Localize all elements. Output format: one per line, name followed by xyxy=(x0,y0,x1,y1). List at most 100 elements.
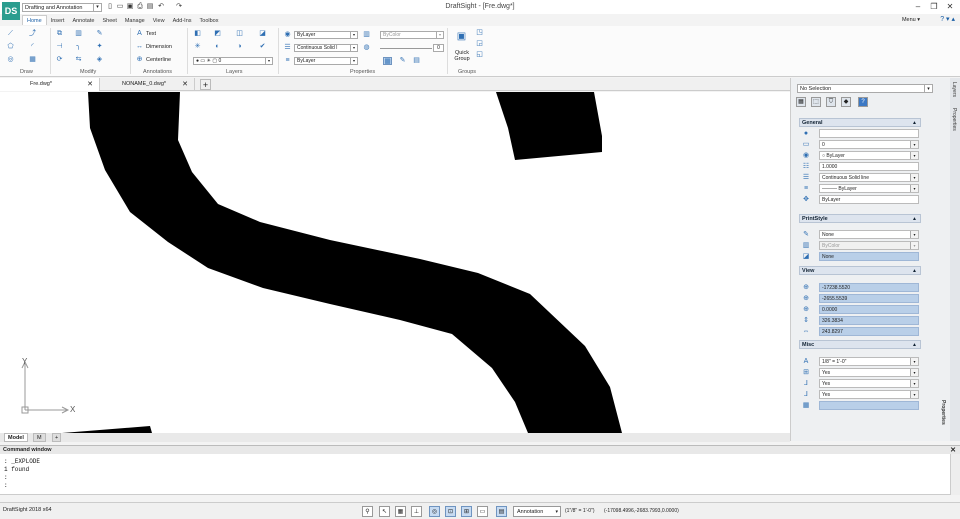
doc-tab-fre[interactable]: Fre.dwg* ✕ xyxy=(0,78,100,91)
pen-icon[interactable]: ✎ xyxy=(398,57,407,65)
centerline-button[interactable]: Centerline xyxy=(146,56,171,64)
add-sheet-button[interactable]: + xyxy=(52,433,62,442)
arc-icon[interactable]: ◜ xyxy=(28,43,37,51)
transparency-number[interactable]: 0 xyxy=(433,44,444,52)
close-icon[interactable]: ✕ xyxy=(87,78,93,91)
tab-home[interactable]: Home xyxy=(22,15,47,25)
match-properties-icon[interactable]: ◈ xyxy=(95,56,104,64)
dimension-icon[interactable]: ↔ xyxy=(135,43,144,51)
ortho-icon[interactable]: ⊥ xyxy=(411,506,422,517)
explode-icon[interactable]: ✦ xyxy=(95,43,104,51)
transparency-slider[interactable] xyxy=(380,48,432,49)
prop-value[interactable]: ByLayer xyxy=(819,195,919,204)
quick-select-icon[interactable]: ⛉ xyxy=(826,97,836,107)
copy-icon[interactable]: ⧉ xyxy=(55,30,64,38)
group-edit-icon[interactable]: ◳ xyxy=(475,29,484,37)
chevron-down-icon[interactable]: ▾ xyxy=(910,174,918,181)
section-misc[interactable]: Misc ▲ xyxy=(799,340,921,349)
help-icon[interactable]: ? ▾ ▴ xyxy=(940,15,955,25)
lock-icon[interactable]: ⚲ xyxy=(362,506,373,517)
chevron-down-icon[interactable]: ▾ xyxy=(350,32,357,38)
prop-value[interactable]: Yes ▾ xyxy=(819,379,919,388)
polygon-icon[interactable]: ⬠ xyxy=(6,43,15,51)
tab-addins[interactable]: Add-Ins xyxy=(169,16,196,26)
dimension-button[interactable]: Dimension xyxy=(146,43,172,51)
prop-value[interactable] xyxy=(819,401,919,410)
prop-value[interactable]: 0 ▾ xyxy=(819,140,919,149)
layer-tools-icon[interactable]: ◪ xyxy=(258,30,267,38)
prop-value[interactable]: 0.0000 xyxy=(819,305,919,314)
restore-icon[interactable]: ❐ xyxy=(929,2,939,12)
chevron-down-icon[interactable]: ▾ xyxy=(265,58,272,64)
minimize-icon[interactable]: – xyxy=(913,2,923,12)
prop-value[interactable]: Yes ▾ xyxy=(819,368,919,377)
array-icon[interactable]: ▥ xyxy=(74,30,83,38)
layer-state-icon[interactable]: ◩ xyxy=(213,30,222,38)
close-icon[interactable]: ✕ xyxy=(182,78,188,91)
lineweight-combo[interactable]: ByLayer ▾ xyxy=(294,57,358,65)
group-remove-icon[interactable]: ◱ xyxy=(475,51,484,59)
layer-lock-icon[interactable]: ◐ xyxy=(213,43,222,51)
drawing-canvas[interactable]: Y X xyxy=(0,92,790,433)
linestyle-combo[interactable]: Continuous Solid l ▾ xyxy=(294,44,358,52)
filter-icon[interactable]: ◆ xyxy=(841,97,851,107)
side-tab-properties[interactable]: Properties xyxy=(951,108,957,131)
command-window[interactable]: : _EXPLODE 1 found : : xyxy=(0,454,960,495)
erase-icon[interactable]: ✎ xyxy=(95,30,104,38)
quick-group-icon[interactable]: ▣ xyxy=(455,32,468,45)
layer-freeze-icon[interactable]: ✳ xyxy=(193,43,202,51)
chevron-down-icon[interactable]: ▾ xyxy=(910,185,918,192)
prop-value[interactable]: ○ ByLayer ▾ xyxy=(819,151,919,160)
prop-value[interactable]: 1/8" = 1'-0" ▾ xyxy=(819,357,919,366)
prop-value[interactable]: -2655.5539 xyxy=(819,294,919,303)
section-view[interactable]: View ▲ xyxy=(799,266,921,275)
transparency-combo[interactable]: ByColor ▾ xyxy=(380,31,444,39)
esnap-icon[interactable]: ⊡ xyxy=(445,506,456,517)
annotation-scale-combo[interactable]: Annotation ▾ xyxy=(513,506,561,517)
layer-prev-icon[interactable]: ◫ xyxy=(235,30,244,38)
text-button[interactable]: Text xyxy=(146,30,156,38)
doc-tab-noname[interactable]: NONAME_0.dwg* ✕ xyxy=(100,78,195,91)
transparency-icon[interactable]: ◍ xyxy=(362,44,371,52)
side-tab-layers[interactable]: Layers xyxy=(951,82,957,97)
help-icon[interactable]: ? xyxy=(858,97,868,107)
text-icon[interactable]: A xyxy=(135,30,144,38)
chevron-down-icon[interactable]: ▾ xyxy=(555,507,558,517)
cursor-icon[interactable]: ↖ xyxy=(379,506,390,517)
layer-combo[interactable]: ● ▭ ☀ ▢ 0 ▾ xyxy=(193,57,273,65)
print-style-icon[interactable]: ▥ xyxy=(362,31,371,39)
move-icon[interactable]: ⇆ xyxy=(74,56,83,64)
group-add-icon[interactable]: ◲ xyxy=(475,40,484,48)
tab-sheet[interactable]: Sheet xyxy=(98,16,120,26)
line-icon[interactable]: ⟋ xyxy=(6,30,15,38)
grid-icon[interactable]: ▦ xyxy=(395,506,406,517)
command-prompt[interactable]: : xyxy=(4,482,8,489)
chevron-down-icon[interactable]: ▾ xyxy=(910,391,918,398)
layer-walk-icon[interactable]: ◑ xyxy=(235,43,244,51)
toggle-pickadd-icon[interactable]: ▦ xyxy=(796,97,806,107)
chevron-down-icon[interactable]: ▾ xyxy=(436,32,443,38)
chevron-down-icon[interactable]: ▾ xyxy=(924,84,933,93)
fillet-icon[interactable]: ╮ xyxy=(74,43,83,51)
polar-icon[interactable]: ◎ xyxy=(429,506,440,517)
tab-insert[interactable]: Insert xyxy=(47,16,69,26)
prop-value[interactable]: 243.8297 xyxy=(819,327,919,336)
trim-icon[interactable]: ⊣ xyxy=(55,43,64,51)
tab-annotate[interactable]: Annotate xyxy=(68,16,98,26)
prop-value[interactable]: 1.0000 xyxy=(819,162,919,171)
circle-icon[interactable]: ◎ xyxy=(6,56,15,64)
menu-button[interactable]: Menu ▾ xyxy=(902,15,920,25)
tab-view[interactable]: View xyxy=(149,16,169,26)
chevron-down-icon[interactable]: ▾ xyxy=(910,358,918,365)
layer-check-icon[interactable]: ✔ xyxy=(258,43,267,51)
prop-value[interactable] xyxy=(819,129,919,138)
prop-value[interactable]: Yes ▾ xyxy=(819,390,919,399)
tab-manage[interactable]: Manage xyxy=(121,16,149,26)
etrack-icon[interactable]: ⊞ xyxy=(461,506,472,517)
section-general[interactable]: General ▲ xyxy=(799,118,921,127)
chevron-down-icon[interactable]: ▾ xyxy=(350,45,357,51)
hatch-icon[interactable]: ▦ xyxy=(28,56,37,64)
centerline-icon[interactable]: ⊕ xyxy=(135,56,144,64)
tab-sheet-m[interactable]: M xyxy=(33,433,46,442)
color-combo[interactable]: ByLayer ▾ xyxy=(294,31,358,39)
